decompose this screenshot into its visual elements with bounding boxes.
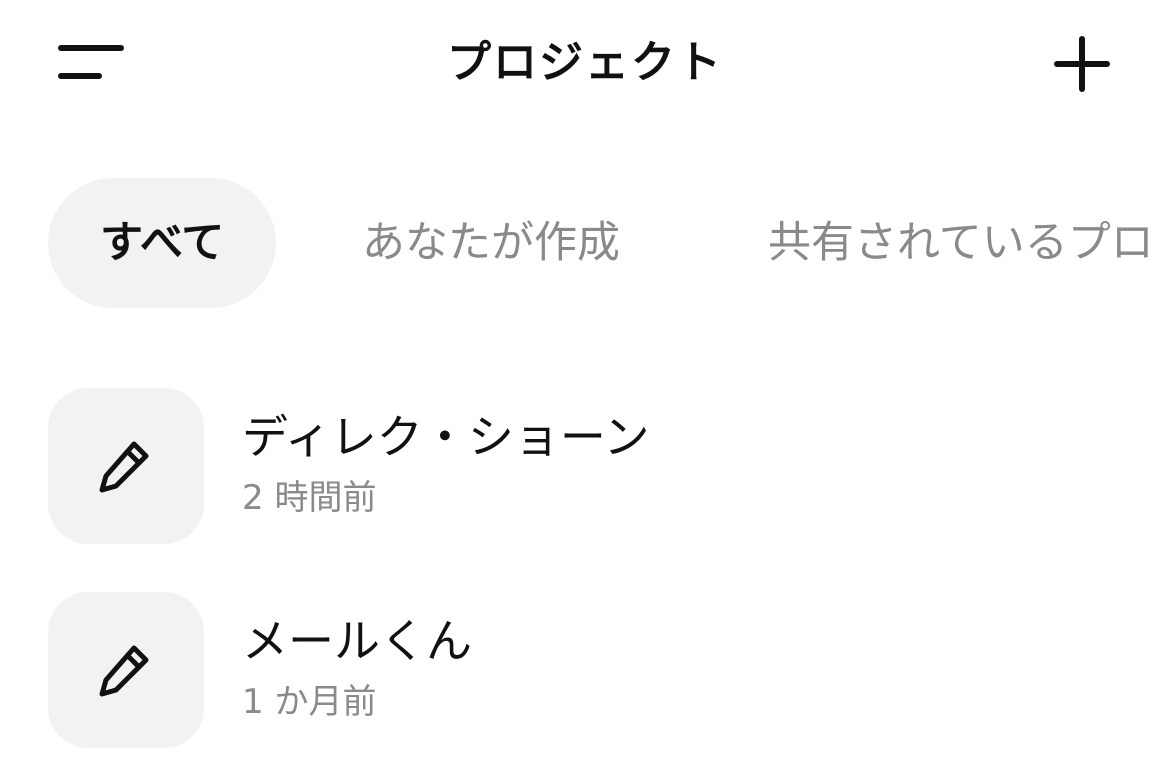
project-title: ディレク・ショーン bbox=[242, 410, 650, 464]
project-item[interactable]: メールくん 1 か月前 bbox=[48, 592, 1148, 748]
add-project-button[interactable] bbox=[1040, 26, 1124, 102]
header: プロジェクト bbox=[0, 0, 1170, 130]
project-icon-box bbox=[48, 592, 204, 748]
project-icon-box bbox=[48, 388, 204, 544]
project-updated-time: 2 時間前 bbox=[242, 478, 377, 518]
plus-icon bbox=[1054, 36, 1110, 92]
filter-tabs: すべて あなたが作成 共有されているプロ bbox=[48, 178, 1170, 308]
project-title: メールくん bbox=[242, 614, 472, 668]
menu-icon bbox=[58, 45, 124, 79]
tab-all[interactable]: すべて bbox=[48, 178, 277, 308]
pencil-icon bbox=[99, 441, 149, 493]
projects-screen: プロジェクト すべて あなたが作成 共有されているプロ ディレク・ショーン 2 … bbox=[0, 0, 1170, 767]
tab-shared-projects[interactable]: 共有されているプロ bbox=[768, 178, 1154, 308]
pencil-icon bbox=[99, 645, 149, 697]
project-item[interactable]: ディレク・ショーン 2 時間前 bbox=[48, 388, 1148, 544]
project-updated-time: 1 か月前 bbox=[242, 682, 377, 722]
page-title: プロジェクト bbox=[447, 37, 723, 88]
tab-created-by-you[interactable]: あなたが作成 bbox=[362, 178, 620, 308]
menu-button[interactable] bbox=[48, 30, 134, 96]
